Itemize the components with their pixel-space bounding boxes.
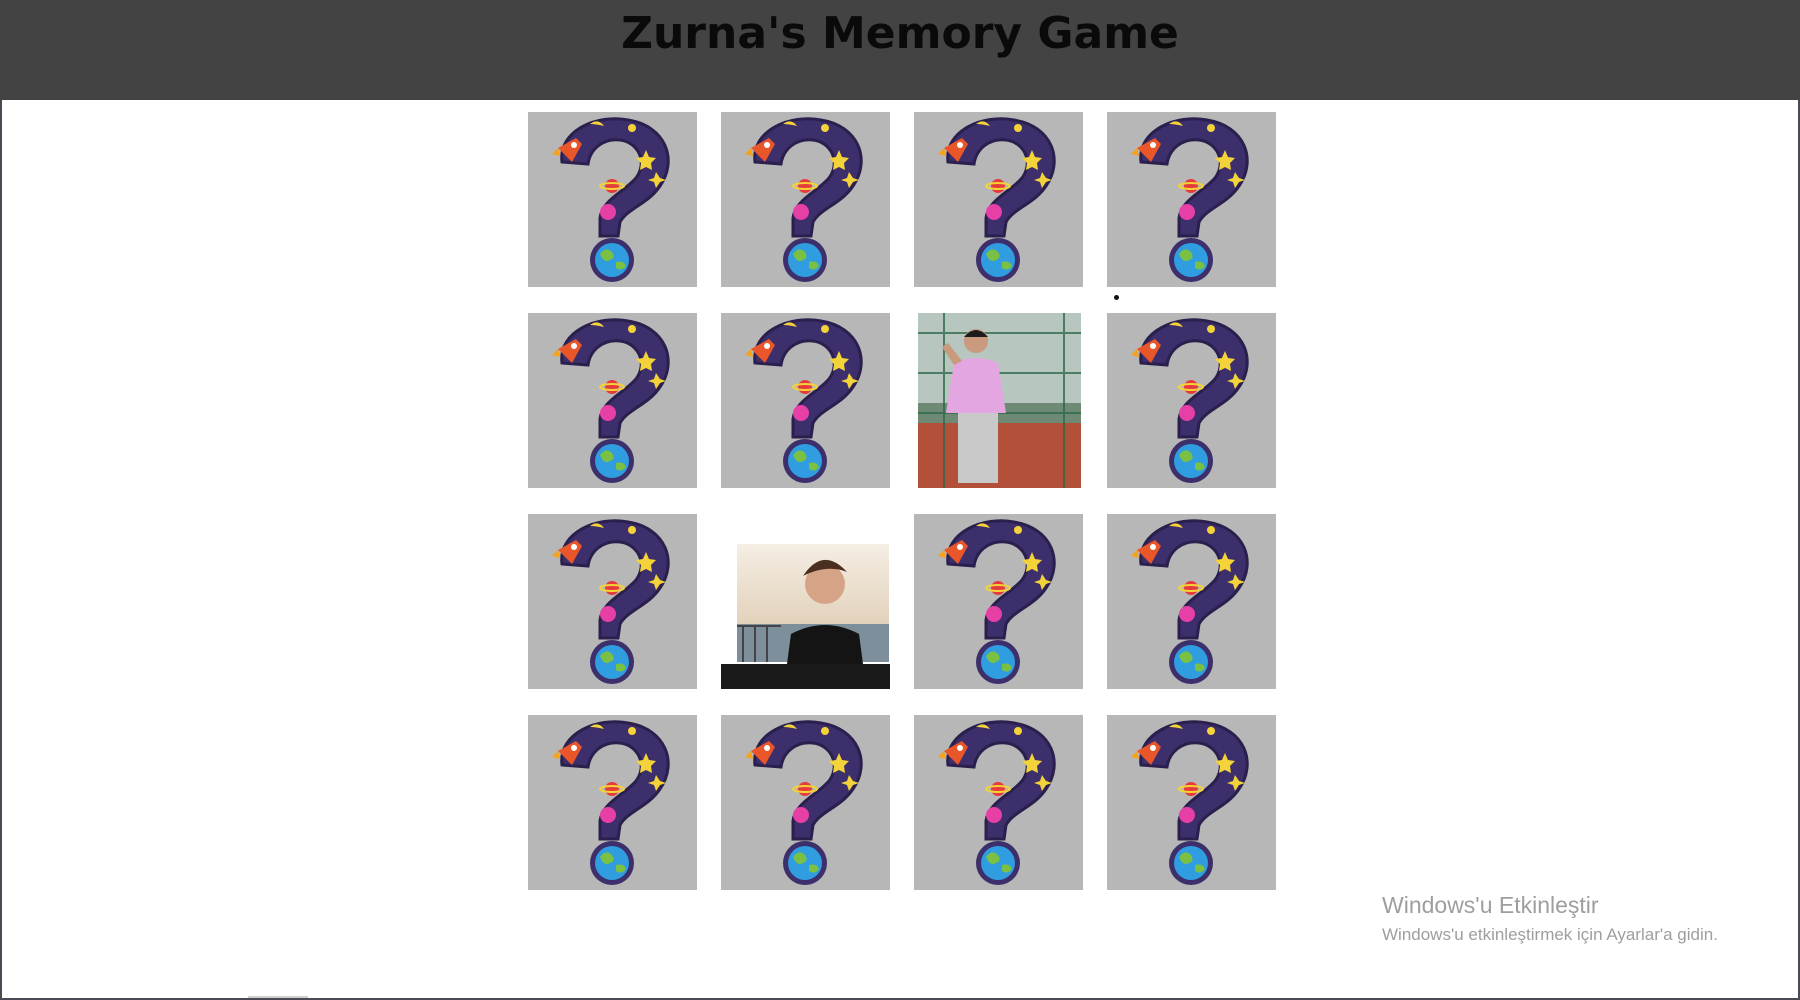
memory-card[interactable]	[1107, 112, 1276, 287]
space-question-mark-icon	[721, 715, 890, 890]
space-question-mark-icon	[914, 514, 1083, 689]
memory-card[interactable]	[914, 514, 1083, 689]
memory-card-revealed[interactable]	[721, 514, 890, 689]
space-question-mark-icon	[721, 112, 890, 287]
memory-card[interactable]	[914, 112, 1083, 287]
header-bar: Zurna's Memory Game	[0, 0, 1800, 100]
space-question-mark-icon	[721, 313, 890, 488]
bottom-edge-marker	[248, 996, 308, 998]
windows-activation-watermark: Windows'u Etkinleştir Windows'u etkinleş…	[1382, 892, 1718, 945]
space-question-mark-icon	[914, 715, 1083, 890]
space-question-mark-icon	[914, 112, 1083, 287]
space-question-mark-icon	[1107, 715, 1276, 890]
cursor-dot	[1114, 295, 1119, 300]
space-question-mark-icon	[528, 313, 697, 488]
memory-card[interactable]	[721, 715, 890, 890]
memory-card[interactable]	[528, 313, 697, 488]
memory-card[interactable]	[721, 112, 890, 287]
page-title: Zurna's Memory Game	[621, 8, 1179, 59]
space-question-mark-icon	[1107, 112, 1276, 287]
activation-title: Windows'u Etkinleştir	[1382, 892, 1599, 918]
space-question-mark-icon	[1107, 514, 1276, 689]
memory-card[interactable]	[528, 514, 697, 689]
space-question-mark-icon	[1107, 313, 1276, 488]
memory-card[interactable]	[1107, 715, 1276, 890]
space-question-mark-icon	[528, 112, 697, 287]
person-photo-pink-shirt	[914, 313, 1083, 488]
game-board	[528, 112, 1276, 890]
space-question-mark-icon	[528, 514, 697, 689]
space-question-mark-icon	[528, 715, 697, 890]
memory-card[interactable]	[528, 715, 697, 890]
memory-card[interactable]	[528, 112, 697, 287]
memory-card[interactable]	[721, 313, 890, 488]
memory-card[interactable]	[914, 715, 1083, 890]
activation-subtitle: Windows'u etkinleştirmek için Ayarlar'a …	[1382, 925, 1718, 944]
person-photo-sunset-selfie	[721, 514, 890, 689]
memory-card[interactable]	[1107, 313, 1276, 488]
memory-card-revealed[interactable]	[914, 313, 1083, 488]
memory-card[interactable]	[1107, 514, 1276, 689]
